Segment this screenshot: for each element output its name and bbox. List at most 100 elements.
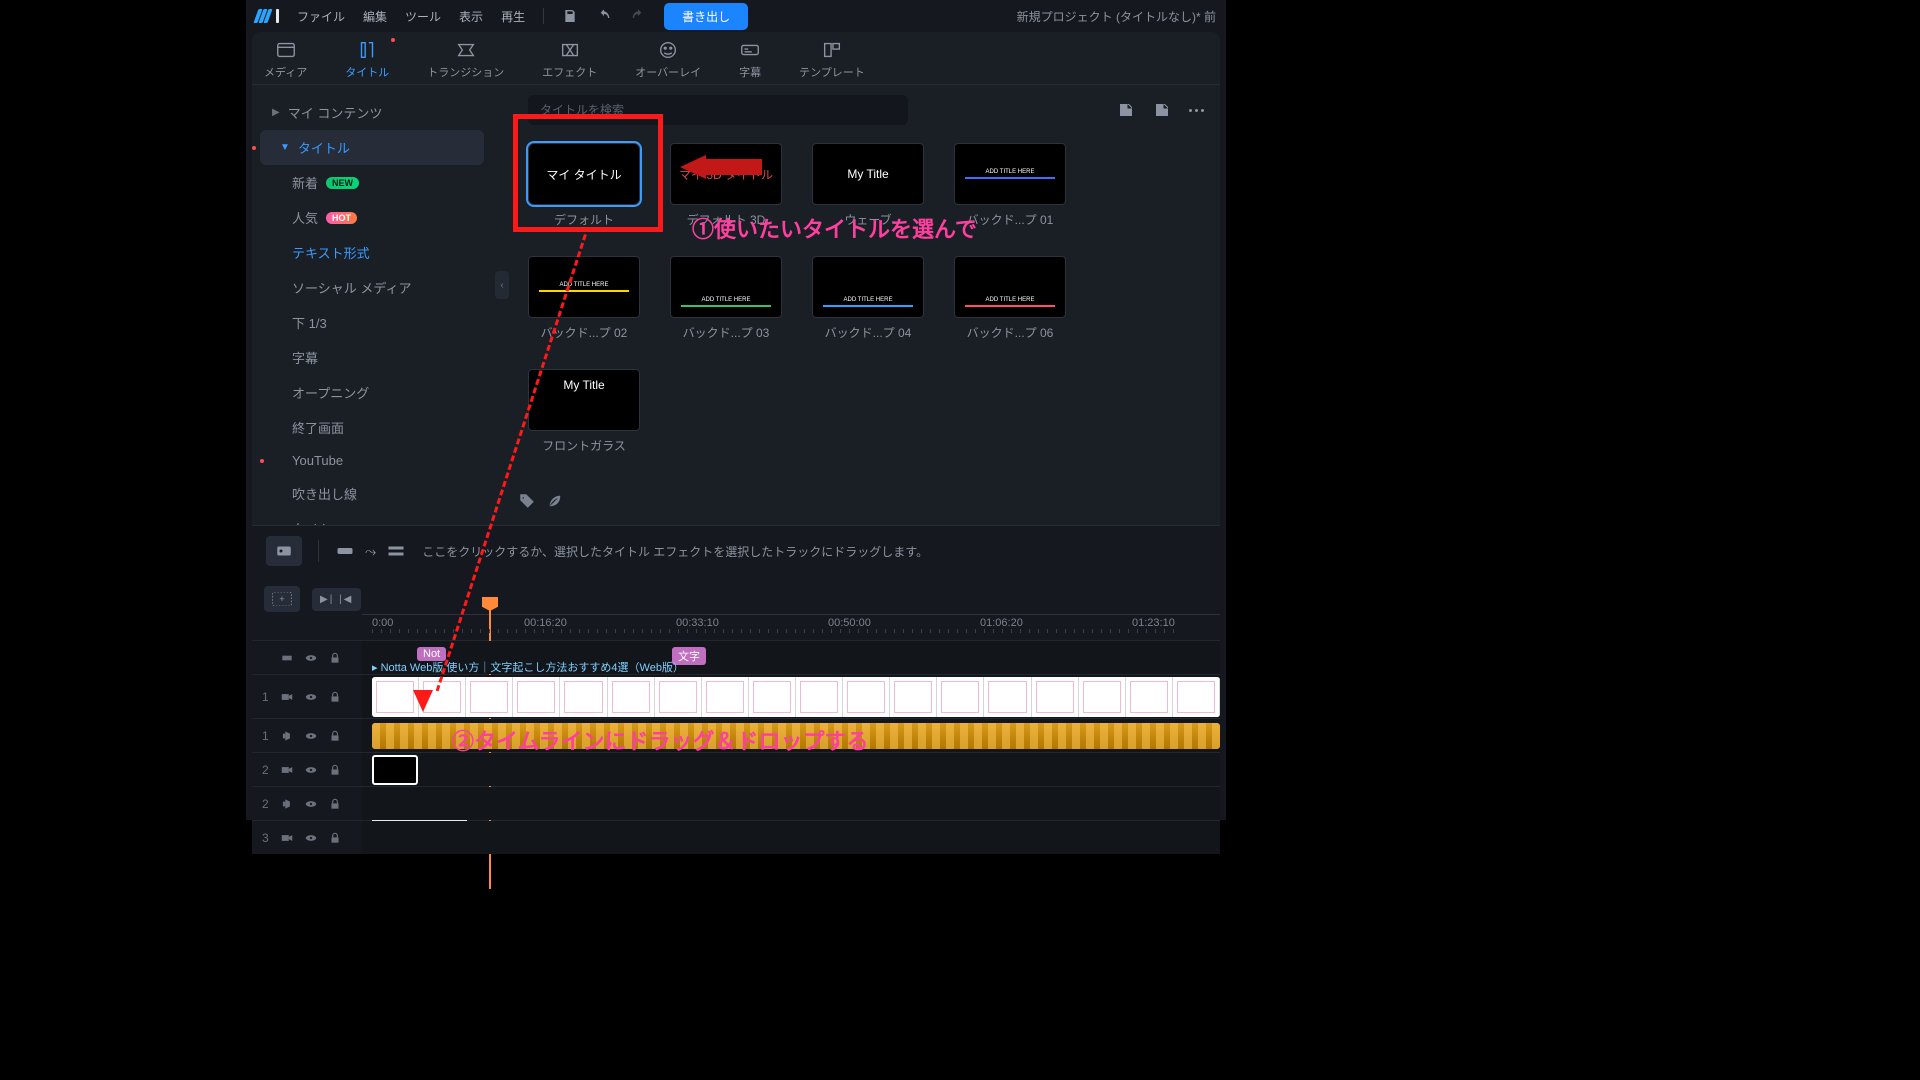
timeline-toolbar: + ▶| |◀: [252, 582, 1220, 614]
tab-icon: [559, 40, 581, 60]
tab-0[interactable]: メディア: [264, 40, 307, 80]
menu-edit[interactable]: 編集: [363, 8, 387, 25]
eye-icon[interactable]: [304, 690, 318, 704]
link-icon[interactable]: [335, 542, 355, 560]
sidebar-sub-5[interactable]: 字幕: [252, 340, 492, 375]
title-card-0[interactable]: マイ タイトルデフォルト: [528, 143, 640, 228]
eye-icon[interactable]: [304, 831, 318, 845]
sidebar-sub-7[interactable]: 終了画面: [252, 410, 492, 445]
undo-icon[interactable]: [596, 8, 612, 24]
skip-controls[interactable]: ▶| |◀: [312, 588, 361, 611]
track-1: 1▸ Notta Web版 使い方｜文字起こし方法おすすめ4選（Web版）: [252, 674, 1220, 718]
collapse-handle[interactable]: ‹: [495, 271, 509, 299]
menu-play[interactable]: 再生: [501, 8, 525, 25]
tab-6[interactable]: テンプレート: [799, 40, 865, 80]
menu-tool[interactable]: ツール: [405, 8, 441, 25]
redo-icon[interactable]: [630, 8, 646, 24]
track-body[interactable]: [362, 719, 1220, 752]
export-icon[interactable]: [1153, 101, 1171, 119]
title-card-6[interactable]: ADD TITLE HEREバックド...プ 04: [812, 256, 924, 341]
separator: [543, 8, 544, 24]
chevron-down-icon: ▼: [280, 142, 290, 153]
sidebar-sub-label: ソーシャル メディア: [292, 278, 411, 297]
title-caption: バックド...プ 04: [825, 324, 912, 341]
track-head: 2: [252, 753, 362, 786]
sidebar-sub-10[interactable]: タイム: [252, 511, 492, 525]
tab-icon: [657, 40, 679, 60]
tab-1[interactable]: タイトル: [345, 40, 389, 80]
sidebar-sub-3[interactable]: ソーシャル メディア: [252, 270, 492, 305]
sidebar-my-contents[interactable]: ▶ マイ コンテンツ: [252, 95, 492, 130]
tab-5[interactable]: 字幕: [739, 40, 761, 80]
lock-icon[interactable]: [328, 797, 342, 811]
track-icon[interactable]: [386, 542, 406, 560]
chevron-right-icon: ▶: [272, 107, 280, 118]
eye-icon[interactable]: [304, 729, 318, 743]
sidebar-sub-1[interactable]: 人気HOT: [252, 200, 492, 235]
menu-file[interactable]: ファイル: [297, 8, 345, 25]
lock-icon[interactable]: [328, 651, 342, 665]
tracks: Not文字1▸ Notta Web版 使い方｜文字起こし方法おすすめ4選（Web…: [252, 640, 1220, 854]
title-card-5[interactable]: ADD TITLE HEREバックド...プ 03: [670, 256, 782, 341]
sidebar-sub-8[interactable]: YouTube: [252, 445, 492, 476]
video-clip[interactable]: [372, 677, 1220, 717]
svg-text:+: +: [279, 594, 284, 604]
track-body[interactable]: ▸ Notta Web版 使い方｜文字起こし方法おすすめ4選（Web版）: [362, 675, 1220, 718]
sidebar-sub-label: テキスト形式: [292, 243, 370, 262]
title-thumb: My Title: [528, 369, 640, 431]
export-button[interactable]: 書き出し: [664, 3, 748, 30]
sidebar-sub-label: 吹き出し線: [292, 484, 357, 503]
title-caption: フロントガラス: [542, 437, 626, 454]
sidebar-sub-label: 人気: [292, 208, 318, 227]
tab-2[interactable]: トランジション: [427, 40, 504, 80]
lock-icon[interactable]: [328, 831, 342, 845]
sidebar-label: マイ コンテンツ: [288, 103, 383, 122]
title-caption: バックド...プ 01: [967, 211, 1054, 228]
eye-icon[interactable]: [304, 763, 318, 777]
title-clip[interactable]: [372, 755, 418, 785]
title-card-2[interactable]: My Titleウェーブ: [812, 143, 924, 228]
title-card-3[interactable]: ADD TITLE HERE バックド...プ 01: [954, 143, 1066, 228]
leaf-icon[interactable]: [546, 492, 564, 510]
playhead[interactable]: [482, 597, 498, 611]
import-icon[interactable]: [1117, 101, 1135, 119]
lock-icon[interactable]: [328, 729, 342, 743]
ruler-tick: 00:16:20: [524, 617, 567, 629]
title-card-8[interactable]: My Title フロントガラス: [528, 369, 640, 454]
menu-view[interactable]: 表示: [459, 8, 483, 25]
title-caption: バックド...プ 02: [541, 324, 628, 341]
ruler-tick: 01:23:10: [1132, 617, 1175, 629]
arrow-icon: ⤳: [365, 543, 376, 560]
tab-4[interactable]: オーバーレイ: [635, 40, 701, 80]
more-icon[interactable]: [1189, 109, 1204, 112]
title-thumb: ADD TITLE HERE: [954, 143, 1066, 205]
sidebar-sub-4[interactable]: 下 1/3: [252, 305, 492, 340]
sidebar-sub-label: 新着: [292, 173, 318, 192]
sidebar-sub-6[interactable]: オープニング: [252, 375, 492, 410]
search-input[interactable]: [528, 95, 908, 125]
menubar: ファイル 編集 ツール 表示 再生 書き出し 新規プロジェクト (タイトルなし)…: [246, 0, 1226, 32]
time-ruler[interactable]: 0:0000:16:2000:33:1000:50:0001:06:2001:2…: [362, 614, 1220, 640]
tab-3[interactable]: エフェクト: [542, 40, 597, 80]
audio-clip[interactable]: [372, 723, 1220, 749]
sidebar-sub-2[interactable]: テキスト形式: [252, 235, 492, 270]
eye-icon[interactable]: [304, 651, 318, 665]
sidebar-sub-9[interactable]: 吹き出し線: [252, 476, 492, 511]
clip-label: ▸ Notta Web版 使い方｜文字起こし方法おすすめ4選（Web版）: [372, 659, 684, 675]
track-body[interactable]: [362, 821, 1220, 854]
title-card-7[interactable]: ADD TITLE HEREバックド...プ 06: [954, 256, 1066, 341]
sidebar-title[interactable]: ▼ タイトル: [260, 130, 484, 165]
title-grid: マイ タイトルデフォルトマイ 3D タイトルデフォルト 3DMy Titleウェ…: [528, 143, 1204, 454]
add-track-icon[interactable]: +: [264, 586, 300, 612]
track-body[interactable]: [362, 787, 1220, 820]
lock-icon[interactable]: [328, 690, 342, 704]
timeline-settings-icon[interactable]: [266, 536, 302, 566]
sidebar-sub-0[interactable]: 新着NEW: [252, 165, 492, 200]
save-icon[interactable]: [562, 8, 578, 24]
track-body[interactable]: マイ タイトル開始:00:00:00:28終了:00:00:05:28: [362, 753, 1220, 786]
lock-icon[interactable]: [328, 763, 342, 777]
eye-icon[interactable]: [304, 797, 318, 811]
title-card-4[interactable]: ADD TITLE HEREバックド...プ 02: [528, 256, 640, 341]
title-caption: デフォルト: [554, 211, 614, 228]
tag-icon[interactable]: [518, 492, 536, 510]
